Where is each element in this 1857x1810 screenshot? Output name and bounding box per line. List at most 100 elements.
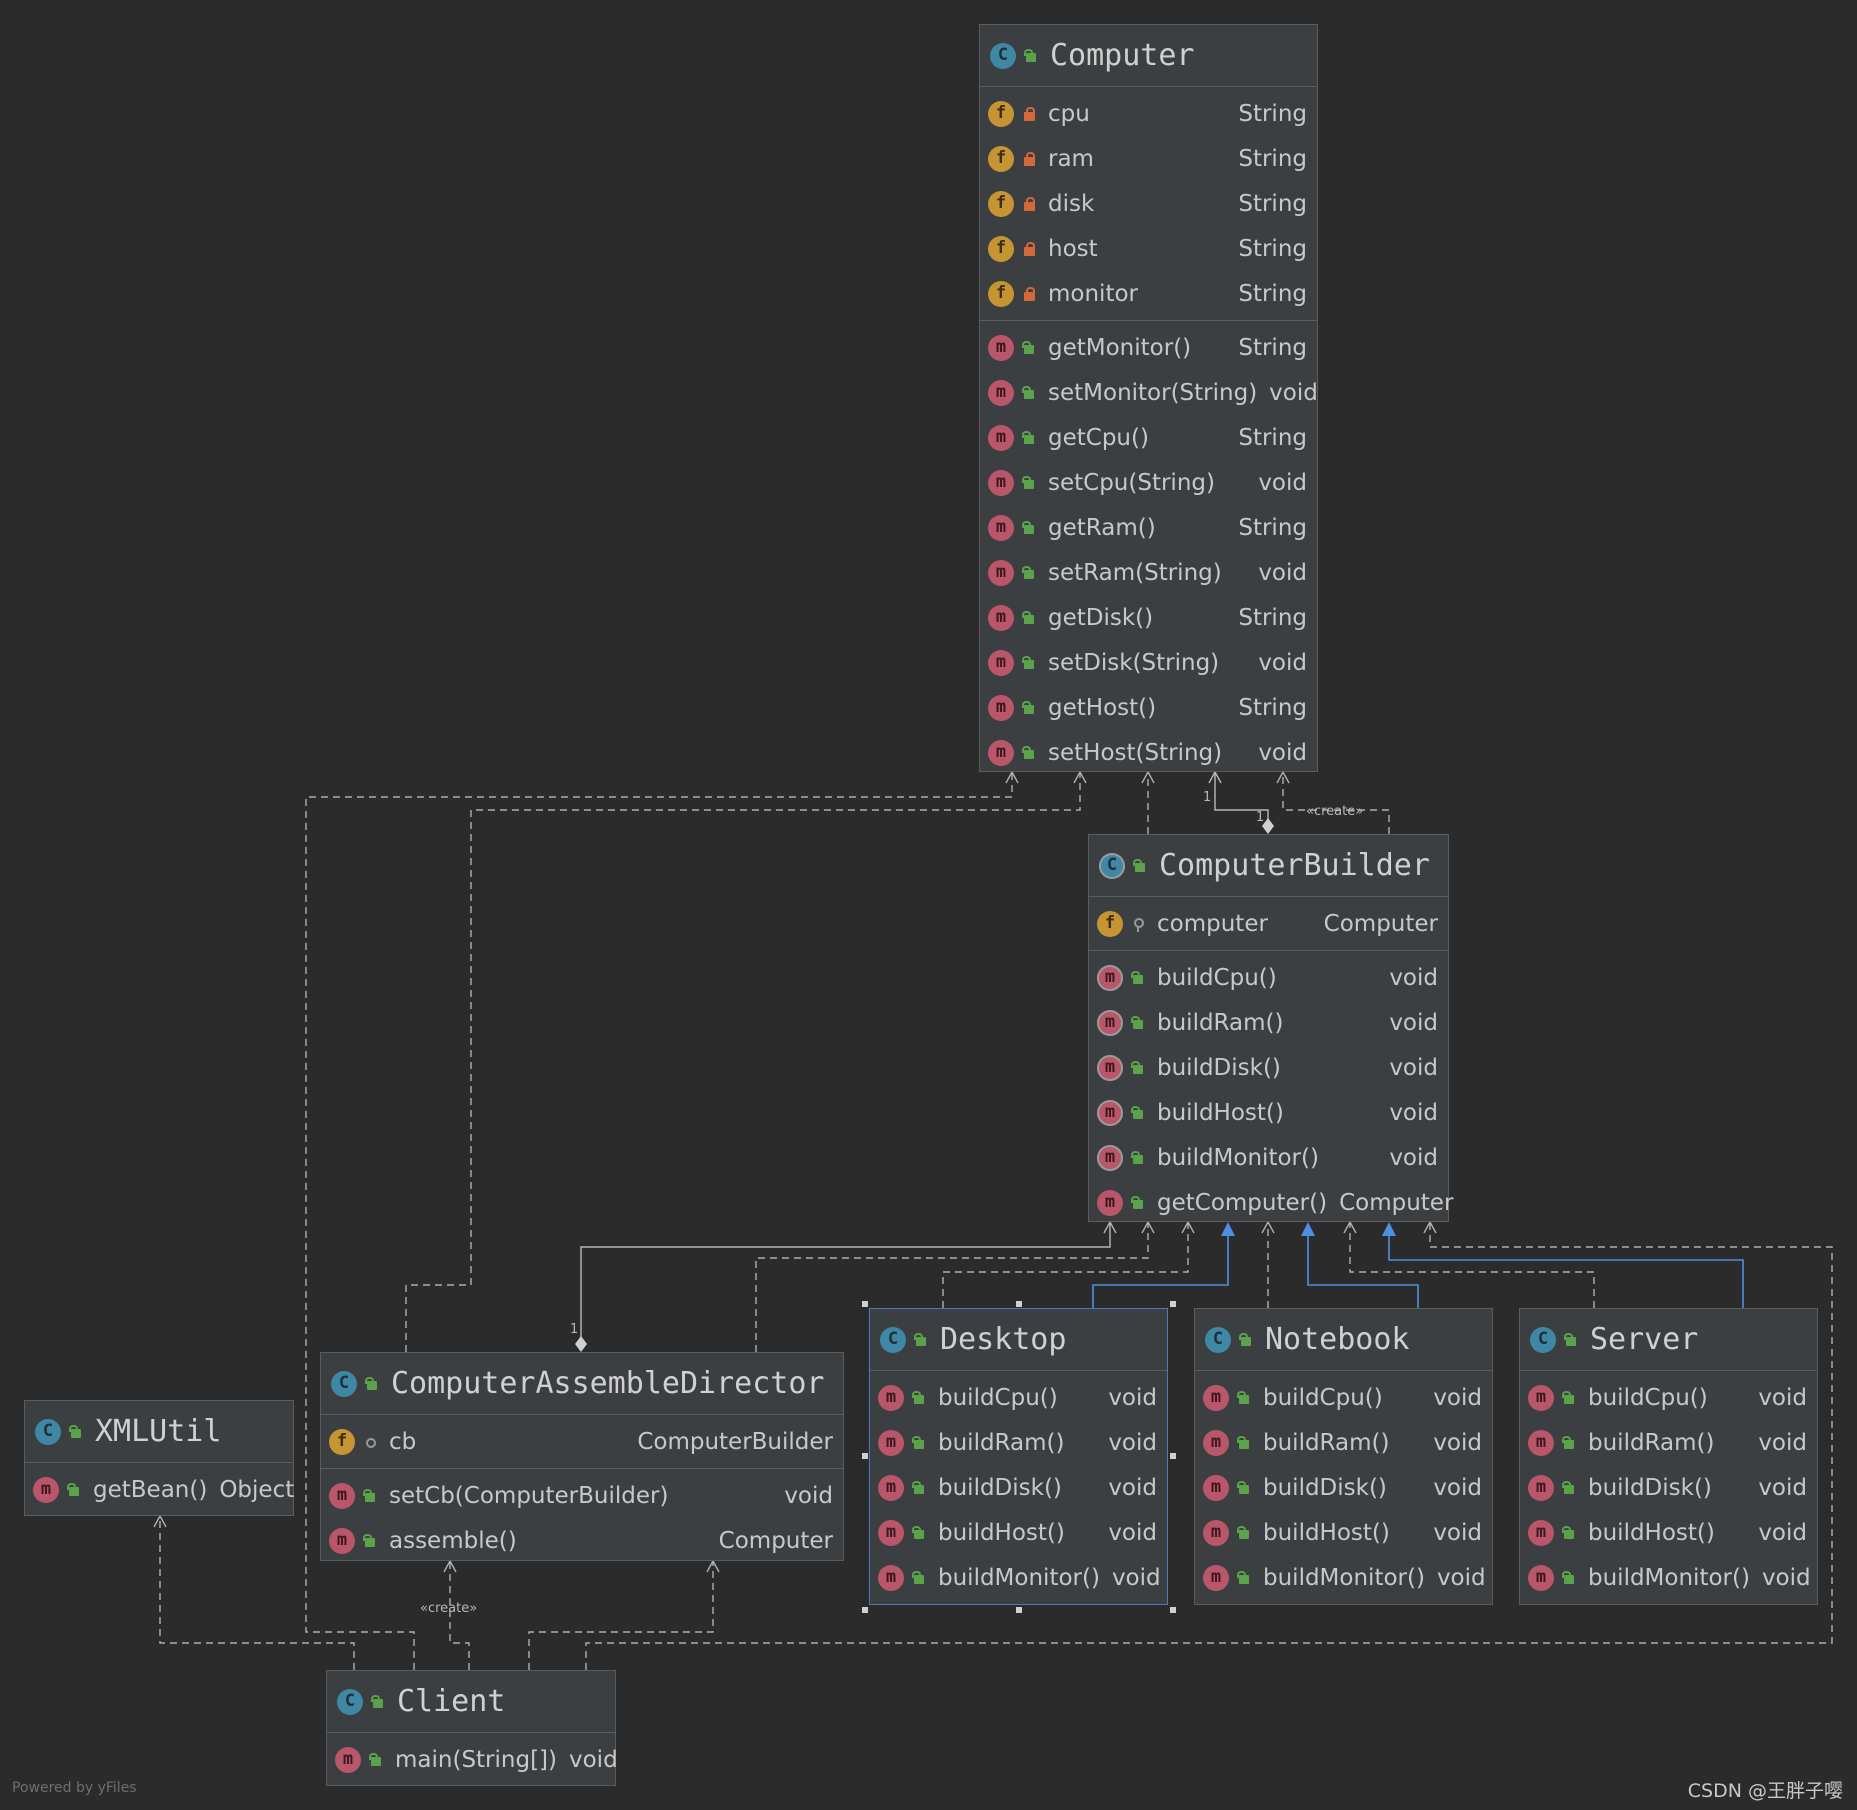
public-lock-icon <box>1564 1332 1578 1347</box>
method-row[interactable]: m setCpu(String) void <box>980 460 1317 505</box>
selection-handle[interactable] <box>1170 1453 1176 1459</box>
type-name: String <box>1238 100 1307 127</box>
package-private-icon <box>363 1435 377 1449</box>
public-lock-icon <box>1131 970 1145 985</box>
public-lock-icon <box>1131 1195 1145 1210</box>
method-row[interactable]: m buildHost() void <box>870 1510 1167 1555</box>
field-row[interactable]: f monitor String <box>980 271 1317 316</box>
type-name: void <box>784 1482 833 1509</box>
method-name: getRam() <box>1048 514 1156 541</box>
class-desktop[interactable]: C Desktop m buildCpu() void m buildRam() void… <box>869 1308 1168 1605</box>
field-name: monitor <box>1048 280 1138 307</box>
method-row[interactable]: m setCb(ComputerBuilder) void <box>321 1473 843 1518</box>
method-row[interactable]: m buildMonitor() void <box>1195 1555 1492 1600</box>
class-computer-builder[interactable]: C ComputerBuilder f computer Computer m bui… <box>1088 834 1453 1225</box>
method-row[interactable]: m getMonitor() String <box>980 325 1317 370</box>
method-row[interactable]: m buildCpu() void <box>1195 1375 1492 1420</box>
powered-by-text: Powered by yFiles <box>12 1780 137 1796</box>
selection-handle[interactable] <box>862 1453 868 1459</box>
public-lock-icon <box>1022 565 1036 580</box>
public-lock-icon <box>1131 1105 1145 1120</box>
class-computer[interactable]: C Computer f cpu String f ram String f disk Stri… <box>979 24 1318 772</box>
method-row[interactable]: m getRam() String <box>980 505 1317 550</box>
selection-handle[interactable] <box>1170 1607 1176 1613</box>
field-row[interactable]: f disk String <box>980 181 1317 226</box>
method-row[interactable]: m assemble() Computer <box>321 1518 843 1563</box>
type-name: void <box>1758 1519 1807 1546</box>
selection-handle[interactable] <box>862 1301 868 1307</box>
public-lock-icon <box>67 1482 81 1497</box>
method-row[interactable]: m getComputer() Computer <box>1089 1180 1453 1225</box>
selection-handle[interactable] <box>1016 1607 1022 1613</box>
method-name: buildRam() <box>1157 1009 1284 1036</box>
class-header: C ComputerBuilder <box>1089 835 1448 897</box>
method-row[interactable]: m buildRam() void <box>1195 1420 1492 1465</box>
method-row[interactable]: m buildHost() void <box>1520 1510 1817 1555</box>
class-computer-assemble-director[interactable]: C ComputerAssembleDirector f cb ComputerBu… <box>320 1352 844 1561</box>
method-row[interactable]: m buildRam() void <box>1520 1420 1817 1465</box>
selection-handle[interactable] <box>1170 1301 1176 1307</box>
method-row[interactable]: m setMonitor(String) void <box>980 370 1318 415</box>
method-row[interactable]: m getDisk() String <box>980 595 1317 640</box>
class-notebook[interactable]: C Notebook m buildCpu() void m buildRam() voi… <box>1194 1308 1493 1605</box>
class-name: ComputerBuilder <box>1159 848 1430 883</box>
method-name: buildDisk() <box>938 1474 1062 1501</box>
type-name: void <box>1108 1429 1157 1456</box>
field-row[interactable]: f ram String <box>980 136 1317 181</box>
method-row[interactable]: m buildCpu() void <box>870 1375 1167 1420</box>
method-row[interactable]: m main(String[]) void <box>327 1737 618 1782</box>
method-name: getMonitor() <box>1048 334 1192 361</box>
method-row[interactable]: m buildDisk() void <box>870 1465 1167 1510</box>
method-name: assemble() <box>389 1527 517 1554</box>
selection-handle[interactable] <box>1016 1301 1022 1307</box>
method-row[interactable]: m buildHost() void <box>1089 1090 1448 1135</box>
method-row[interactable]: m buildDisk() void <box>1089 1045 1448 1090</box>
method-icon: m <box>878 1384 904 1411</box>
method-row[interactable]: m buildCpu() void <box>1089 955 1448 1000</box>
method-row[interactable]: m getBean() Object <box>25 1467 295 1512</box>
field-row[interactable]: f host String <box>980 226 1317 271</box>
method-row[interactable]: m buildDisk() void <box>1520 1465 1817 1510</box>
class-client[interactable]: C Client m main(String[]) void <box>326 1670 618 1786</box>
class-xmlutil[interactable]: C XMLUtil m getBean() Object <box>24 1400 294 1516</box>
field-name: ram <box>1048 145 1094 172</box>
public-lock-icon <box>912 1435 926 1450</box>
field-icon: f <box>329 1428 355 1455</box>
method-row[interactable]: m buildRam() void <box>1089 1000 1448 1045</box>
type-name: String <box>1238 694 1307 721</box>
field-row[interactable]: f computer Computer <box>1089 901 1448 946</box>
method-row[interactable]: m buildMonitor() void <box>1089 1135 1448 1180</box>
class-icon: C <box>35 1418 61 1445</box>
public-lock-icon <box>1562 1435 1576 1450</box>
method-row[interactable]: m setHost(String) void <box>980 730 1317 775</box>
class-header: C Server <box>1520 1309 1817 1371</box>
field-row[interactable]: f cb ComputerBuilder <box>321 1419 843 1464</box>
method-row[interactable]: m getCpu() String <box>980 415 1317 460</box>
class-name: Notebook <box>1265 1322 1410 1357</box>
method-row[interactable]: m buildHost() void <box>1195 1510 1492 1555</box>
public-lock-icon <box>1133 858 1147 873</box>
class-server[interactable]: C Server m buildCpu() void m buildRam() void m… <box>1519 1308 1818 1605</box>
method-name: buildDisk() <box>1157 1054 1281 1081</box>
method-row[interactable]: m buildDisk() void <box>1195 1465 1492 1510</box>
method-row[interactable]: m buildMonitor() void <box>1520 1555 1817 1600</box>
method-row[interactable]: m buildCpu() void <box>1520 1375 1817 1420</box>
public-lock-icon <box>1022 610 1036 625</box>
method-row[interactable]: m getHost() String <box>980 685 1317 730</box>
method-name: buildMonitor() <box>938 1564 1100 1591</box>
field-row[interactable]: f cpu String <box>980 91 1317 136</box>
method-row[interactable]: m setRam(String) void <box>980 550 1317 595</box>
methods-section: m getBean() Object <box>25 1463 295 1516</box>
type-name: String <box>1238 334 1307 361</box>
type-name: void <box>1108 1519 1157 1546</box>
type-name: Object <box>219 1476 295 1503</box>
public-lock-icon <box>1022 520 1036 535</box>
class-icon: C <box>331 1370 357 1397</box>
selection-handle[interactable] <box>862 1607 868 1613</box>
method-row[interactable]: m buildRam() void <box>870 1420 1167 1465</box>
method-icon: m <box>1203 1384 1229 1411</box>
method-row[interactable]: m setDisk(String) void <box>980 640 1317 685</box>
create-builder-computer <box>1282 772 1390 834</box>
method-name: setRam(String) <box>1048 559 1222 586</box>
method-row[interactable]: m buildMonitor() void <box>870 1555 1167 1600</box>
